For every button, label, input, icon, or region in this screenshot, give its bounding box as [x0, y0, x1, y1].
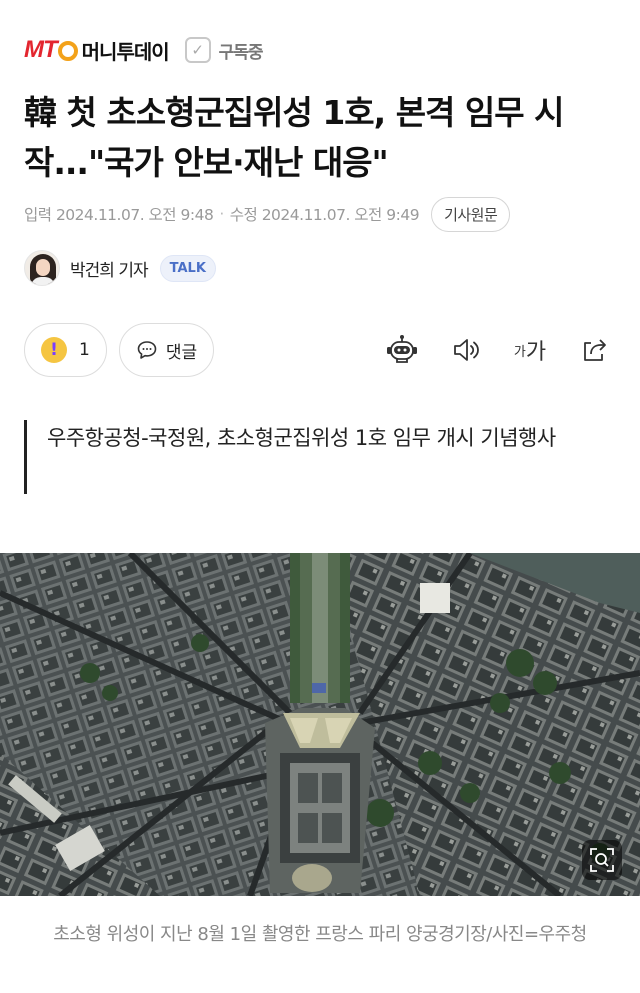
logo[interactable]: MT 머니투데이 [24, 36, 170, 65]
original-article-button[interactable]: 기사원문 [431, 196, 511, 232]
article-title: 韓 첫 초소형군집위성 1호, 본격 임무 시작..."국가 안보·재난 대응" [24, 93, 564, 182]
header: MT 머니투데이 ✓ 구독중 [24, 30, 264, 70]
subscribe-label: 구독중 [218, 42, 264, 63]
article-toolbar: ! 1 댓글 가가 [24, 322, 616, 378]
comment-button[interactable]: 댓글 [118, 323, 215, 377]
reaction-button[interactable]: ! 1 [24, 323, 107, 377]
comment-icon [136, 339, 158, 361]
author-name[interactable]: 박건희 기자 [70, 256, 149, 281]
subscribe-button[interactable]: ✓ 구독중 [184, 37, 264, 63]
meta-separator: · [219, 205, 224, 223]
avatar[interactable] [24, 250, 60, 286]
font-size-icon[interactable]: 가가 [508, 328, 552, 372]
share-icon[interactable] [572, 328, 616, 372]
reaction-count: 1 [79, 340, 90, 360]
zoom-icon[interactable] [582, 840, 622, 880]
tools-right: 가가 [360, 328, 616, 372]
font-size-large: 가 [525, 340, 547, 365]
article-subheading: 우주항공청-국정원, 초소형군집위성 1호 임무 개시 기념행사 [24, 420, 616, 494]
talk-button[interactable]: TALK [159, 254, 216, 282]
photo-caption: 초소형 위성이 지난 8월 1일 촬영한 프랑스 파리 양궁경기장/사진=우주청 [53, 924, 587, 945]
robot-icon[interactable] [380, 328, 424, 372]
author-row: 박건희 기자 TALK [24, 250, 216, 286]
check-icon: ✓ [184, 37, 211, 63]
logo-mark: MT [24, 36, 58, 63]
comment-label: 댓글 [165, 342, 198, 363]
exclamation-icon: ! [41, 337, 67, 363]
logo-name: 머니투데이 [81, 39, 170, 64]
article-meta: 입력 2024.11.07. 오전 9:48 · 수정 2024.11.07. … [24, 196, 511, 232]
modified-time: 수정 2024.11.07. 오전 9:49 [229, 206, 420, 224]
speaker-icon[interactable] [444, 328, 488, 372]
satellite-photo[interactable] [0, 553, 640, 896]
logo-circle-icon [57, 41, 78, 61]
satellite-image [0, 553, 640, 896]
font-size-small: 가 [513, 344, 526, 360]
input-time: 입력 2024.11.07. 오전 9:48 [24, 206, 214, 224]
